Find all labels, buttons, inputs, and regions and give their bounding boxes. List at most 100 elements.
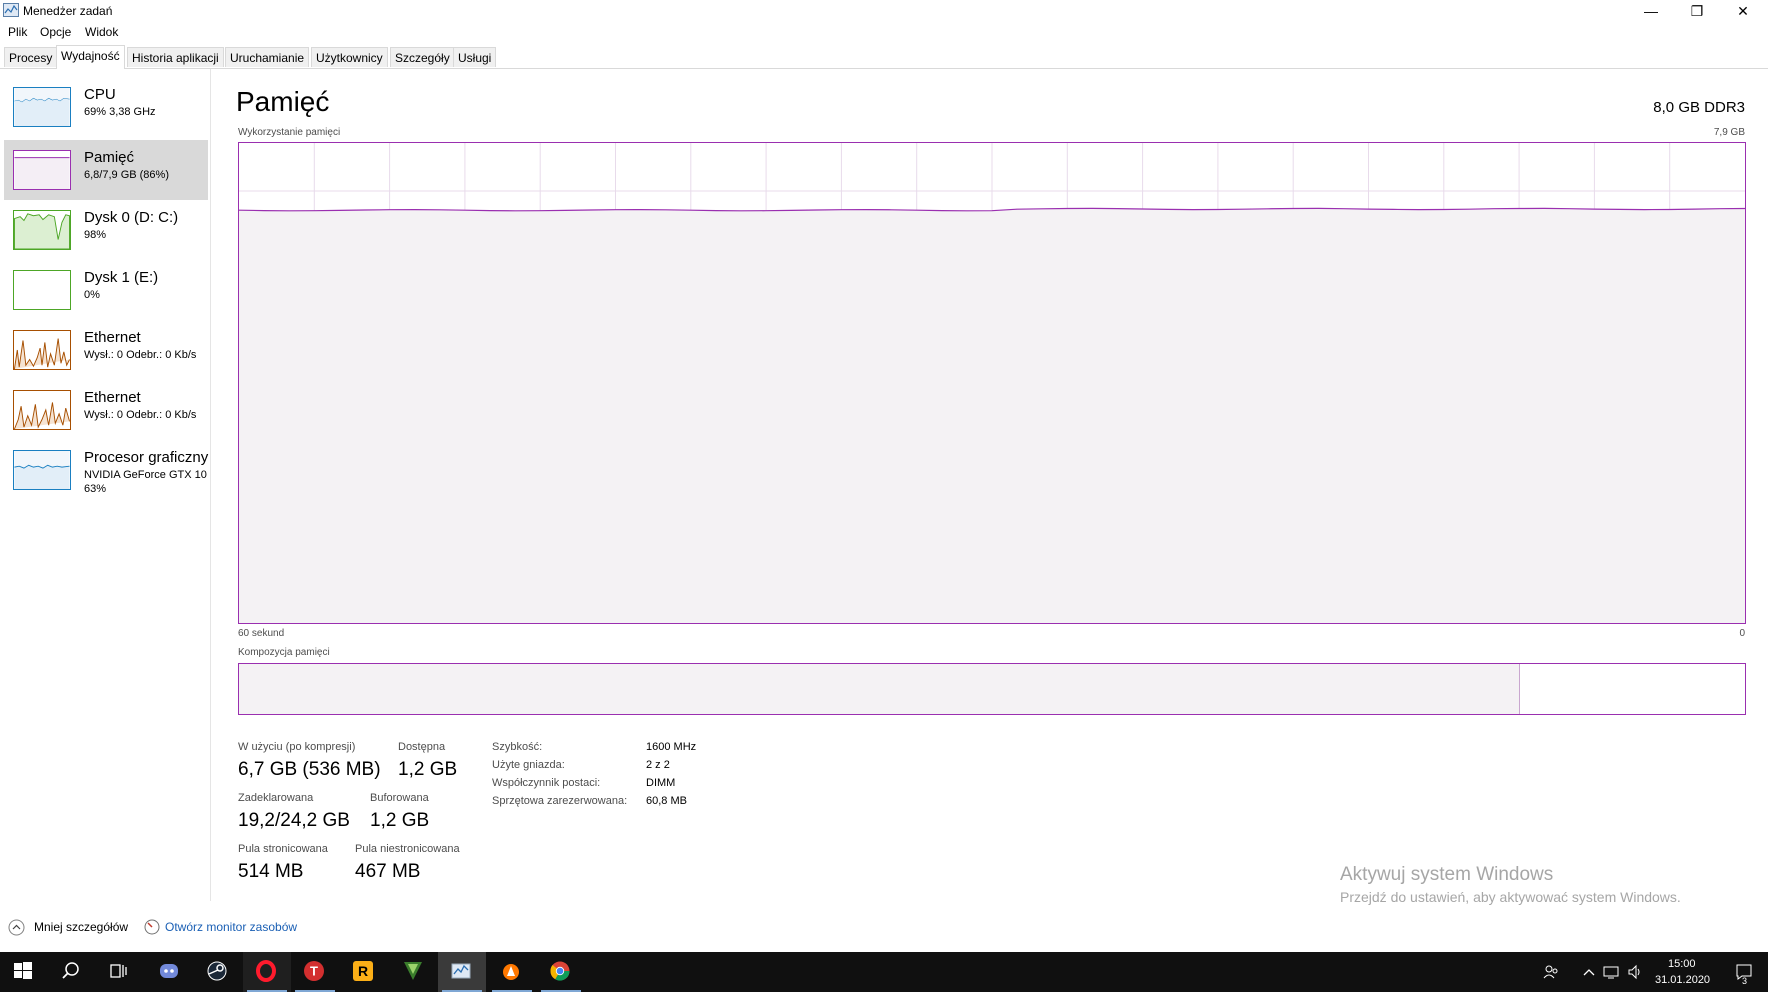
- sidebar-item-label: Procesor graficzny: [84, 449, 209, 466]
- available-value: 1,2 GB: [398, 759, 458, 780]
- notification-count: 3: [1742, 976, 1748, 986]
- clock-time[interactable]: 15:00: [1668, 958, 1696, 970]
- sidebar-item-gpu[interactable]: Procesor graficzny NVIDIA GeForce GTX 10…: [4, 440, 208, 500]
- menu-options[interactable]: Opcje: [40, 25, 71, 39]
- activation-watermark-title: Aktywuj system Windows: [1340, 864, 1554, 885]
- disk-graph-icon: [13, 210, 71, 250]
- sidebar-item-label: Dysk 1 (E:): [84, 269, 159, 286]
- rockstar-icon[interactable]: R: [340, 952, 388, 992]
- paged-pool-value: 514 MB: [238, 861, 304, 882]
- cached-value: 1,2 GB: [370, 810, 430, 831]
- graph-max-label: 7,9 GB: [1713, 127, 1745, 138]
- clock-date[interactable]: 31.01.2020: [1655, 974, 1710, 986]
- gpu-graph-icon: [13, 450, 71, 490]
- people-icon[interactable]: [1543, 964, 1559, 980]
- discord-icon[interactable]: [146, 952, 194, 992]
- sidebar-item-memory[interactable]: Pamięć 6,8/7,9 GB (86%): [4, 140, 208, 200]
- fewer-details-button[interactable]: Mniej szczegółów: [34, 920, 128, 934]
- sidebar-item-sub: NVIDIA GeForce GTX 10: [84, 469, 207, 481]
- menu-file[interactable]: Plik: [8, 25, 27, 39]
- tab-bar: Procesy Wydajność Historia aplikacji Uru…: [0, 45, 1768, 69]
- svg-text:R: R: [358, 963, 368, 979]
- sidebar-item-label: Ethernet: [84, 389, 141, 406]
- sidebar-item-sub: 0%: [84, 289, 100, 301]
- graph-label: Wykorzystanie pamięci: [238, 127, 341, 138]
- tab-services[interactable]: Usługi: [453, 47, 497, 67]
- detail-label: Użyte gniazda:: [492, 759, 565, 771]
- tab-startup[interactable]: Uruchamianie: [225, 47, 310, 67]
- menu-view[interactable]: Widok: [85, 25, 118, 39]
- maximize-button[interactable]: ❐: [1674, 0, 1720, 22]
- open-resource-monitor-link[interactable]: Otwórz monitor zasobów: [165, 920, 297, 934]
- sidebar-item-disk-0[interactable]: Dysk 0 (D: C:) 98%: [4, 200, 208, 260]
- title-bar: Menedżer zadań — ❐ ✕: [0, 0, 1768, 22]
- memory-usage-area: [239, 208, 1745, 623]
- footer: Mniej szczegółów Otwórz monitor zasobów: [0, 912, 1768, 942]
- detail-label: Sprzętowa zarezerwowana:: [492, 795, 628, 807]
- chevron-up-icon[interactable]: [1582, 965, 1596, 979]
- volume-icon[interactable]: [1627, 964, 1643, 980]
- gta-icon[interactable]: [390, 952, 438, 992]
- paged-pool-label: Pula stronicowana: [238, 843, 328, 855]
- sidebar-item-label: Pamięć: [84, 149, 135, 166]
- sidebar-item-ethernet-2[interactable]: Ethernet Wysł.: 0 Odebr.: 0 Kb/s: [4, 380, 208, 440]
- composition-in-use: [239, 664, 1521, 714]
- detail-label: Szybkość:: [492, 741, 543, 753]
- available-label: Dostępna: [398, 741, 446, 753]
- cpu-graph-icon: [13, 87, 71, 127]
- avast-icon[interactable]: [488, 952, 536, 992]
- nonpaged-pool-value: 467 MB: [355, 861, 421, 882]
- task-view-icon[interactable]: [96, 952, 144, 992]
- activation-watermark-text: Przejdź do ustawień, aby aktywować syste…: [1340, 889, 1681, 905]
- tab-users[interactable]: Użytkownicy: [311, 47, 388, 67]
- window-title: Menedżer zadań: [23, 4, 113, 18]
- detail-value: 1600 MHz: [646, 741, 697, 753]
- sidebar-item-label: CPU: [84, 86, 116, 103]
- network-icon[interactable]: [1603, 964, 1619, 980]
- cached-label: Buforowana: [370, 792, 429, 804]
- opera-icon[interactable]: [243, 952, 291, 992]
- sidebar-item-sub: 6,8/7,9 GB (86%): [84, 169, 169, 181]
- detail-value: 2 z 2: [646, 759, 670, 771]
- tab-processes[interactable]: Procesy: [4, 47, 58, 67]
- committed-label: Zadeklarowana: [238, 792, 314, 804]
- svg-text:T: T: [310, 964, 318, 979]
- committed-value: 19,2/24,2 GB: [238, 810, 350, 831]
- detail-value: DIMM: [646, 777, 676, 789]
- network-graph-icon: [13, 390, 71, 430]
- t-app-icon[interactable]: T: [291, 952, 339, 992]
- tab-app-history[interactable]: Historia aplikacji: [127, 47, 224, 67]
- resource-monitor-icon: [144, 919, 160, 935]
- detail-label: Współczynnik postaci:: [492, 777, 601, 789]
- task-manager-app-icon: [3, 3, 19, 17]
- sidebar-item-disk-1[interactable]: Dysk 1 (E:) 0%: [4, 260, 208, 320]
- detail-value: 60,8 MB: [646, 795, 687, 807]
- in-use-value: 6,7 GB (536 MB): [238, 759, 381, 780]
- task-manager-icon[interactable]: [438, 952, 486, 992]
- search-icon[interactable]: [48, 952, 96, 992]
- sidebar-item-ethernet-1[interactable]: Ethernet Wysł.: 0 Odebr.: 0 Kb/s: [4, 320, 208, 380]
- composition-label: Kompozycja pamięci: [238, 647, 330, 658]
- chrome-icon[interactable]: [537, 952, 585, 992]
- in-use-label: W użyciu (po kompresji): [238, 741, 356, 753]
- sidebar-item-cpu[interactable]: CPU 69% 3,38 GHz: [4, 77, 208, 137]
- sidebar-item-sub: 98%: [84, 229, 107, 241]
- tab-performance[interactable]: Wydajność: [56, 45, 125, 69]
- sidebar-item-sub: Wysł.: 0 Odebr.: 0 Kb/s: [84, 349, 197, 361]
- sidebar-item-label: Ethernet: [84, 329, 141, 346]
- memory-usage-graph: [238, 142, 1746, 624]
- sidebar-item-label: Dysk 0 (D: C:): [84, 209, 179, 226]
- tab-details[interactable]: Szczegóły: [390, 47, 455, 67]
- graph-time-right: 0: [1739, 628, 1745, 639]
- chevron-up-icon[interactable]: [8, 919, 25, 936]
- close-button[interactable]: ✕: [1720, 0, 1766, 22]
- steam-icon[interactable]: [194, 952, 242, 992]
- start-icon[interactable]: [0, 952, 48, 992]
- graph-time-left: 60 sekund: [238, 628, 285, 639]
- network-graph-icon: [13, 330, 71, 370]
- disk-graph-icon: [13, 270, 71, 310]
- minimize-button[interactable]: —: [1628, 0, 1674, 22]
- nonpaged-pool-label: Pula niestronicowana: [355, 843, 460, 855]
- memory-composition-bar: [238, 663, 1746, 715]
- taskbar: T R 15:00 31.01.2020 3: [0, 952, 1768, 992]
